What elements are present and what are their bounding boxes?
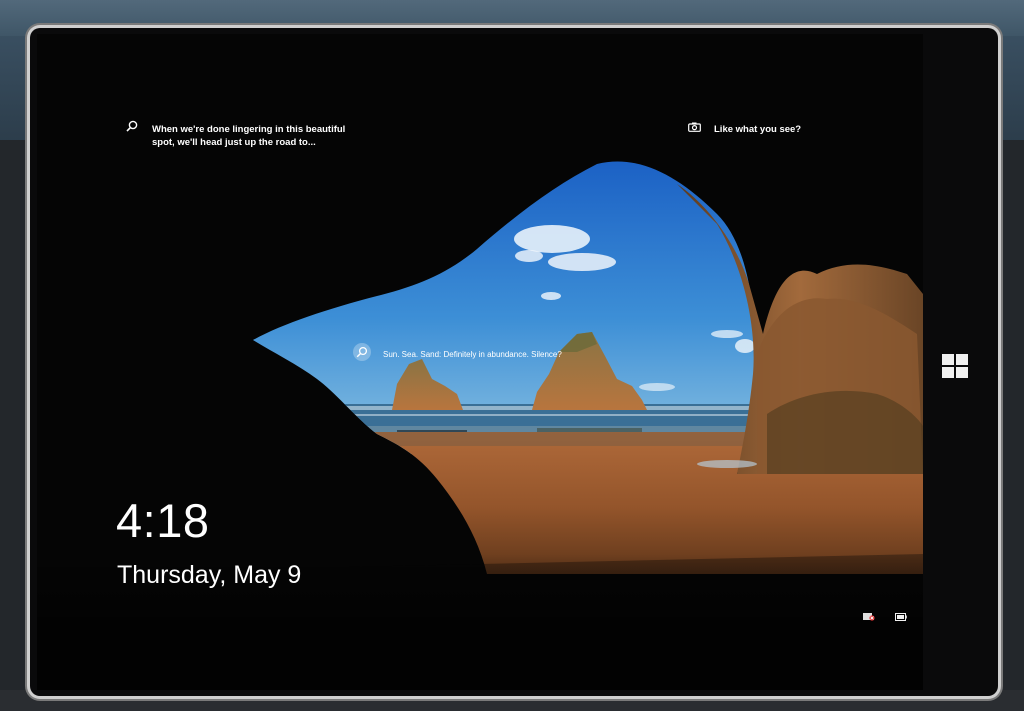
network-icon[interactable] — [863, 612, 875, 621]
camera-icon[interactable] — [688, 122, 701, 132]
spotlight-hint-center[interactable]: Sun. Sea. Sand: Definitely in abundance.… — [383, 350, 563, 361]
tablet-device: When we're done lingering in this beauti… — [30, 28, 998, 696]
lock-screen-time: 4:18 — [116, 494, 210, 547]
windows-logo-icon[interactable] — [942, 354, 970, 380]
desk-background-left — [0, 140, 30, 700]
spotlight-hint-top-left[interactable]: When we're done lingering in this beauti… — [152, 124, 352, 149]
desk-background-right — [994, 140, 1024, 700]
search-icon[interactable] — [126, 120, 138, 132]
lock-screen-date: Thursday, May 9 — [117, 561, 302, 589]
search-hotspot-icon[interactable] — [353, 343, 371, 361]
battery-icon[interactable] — [895, 613, 907, 621]
spotlight-like-prompt[interactable]: Like what you see? — [714, 124, 854, 137]
lock-screen[interactable]: When we're done lingering in this beauti… — [37, 34, 923, 690]
